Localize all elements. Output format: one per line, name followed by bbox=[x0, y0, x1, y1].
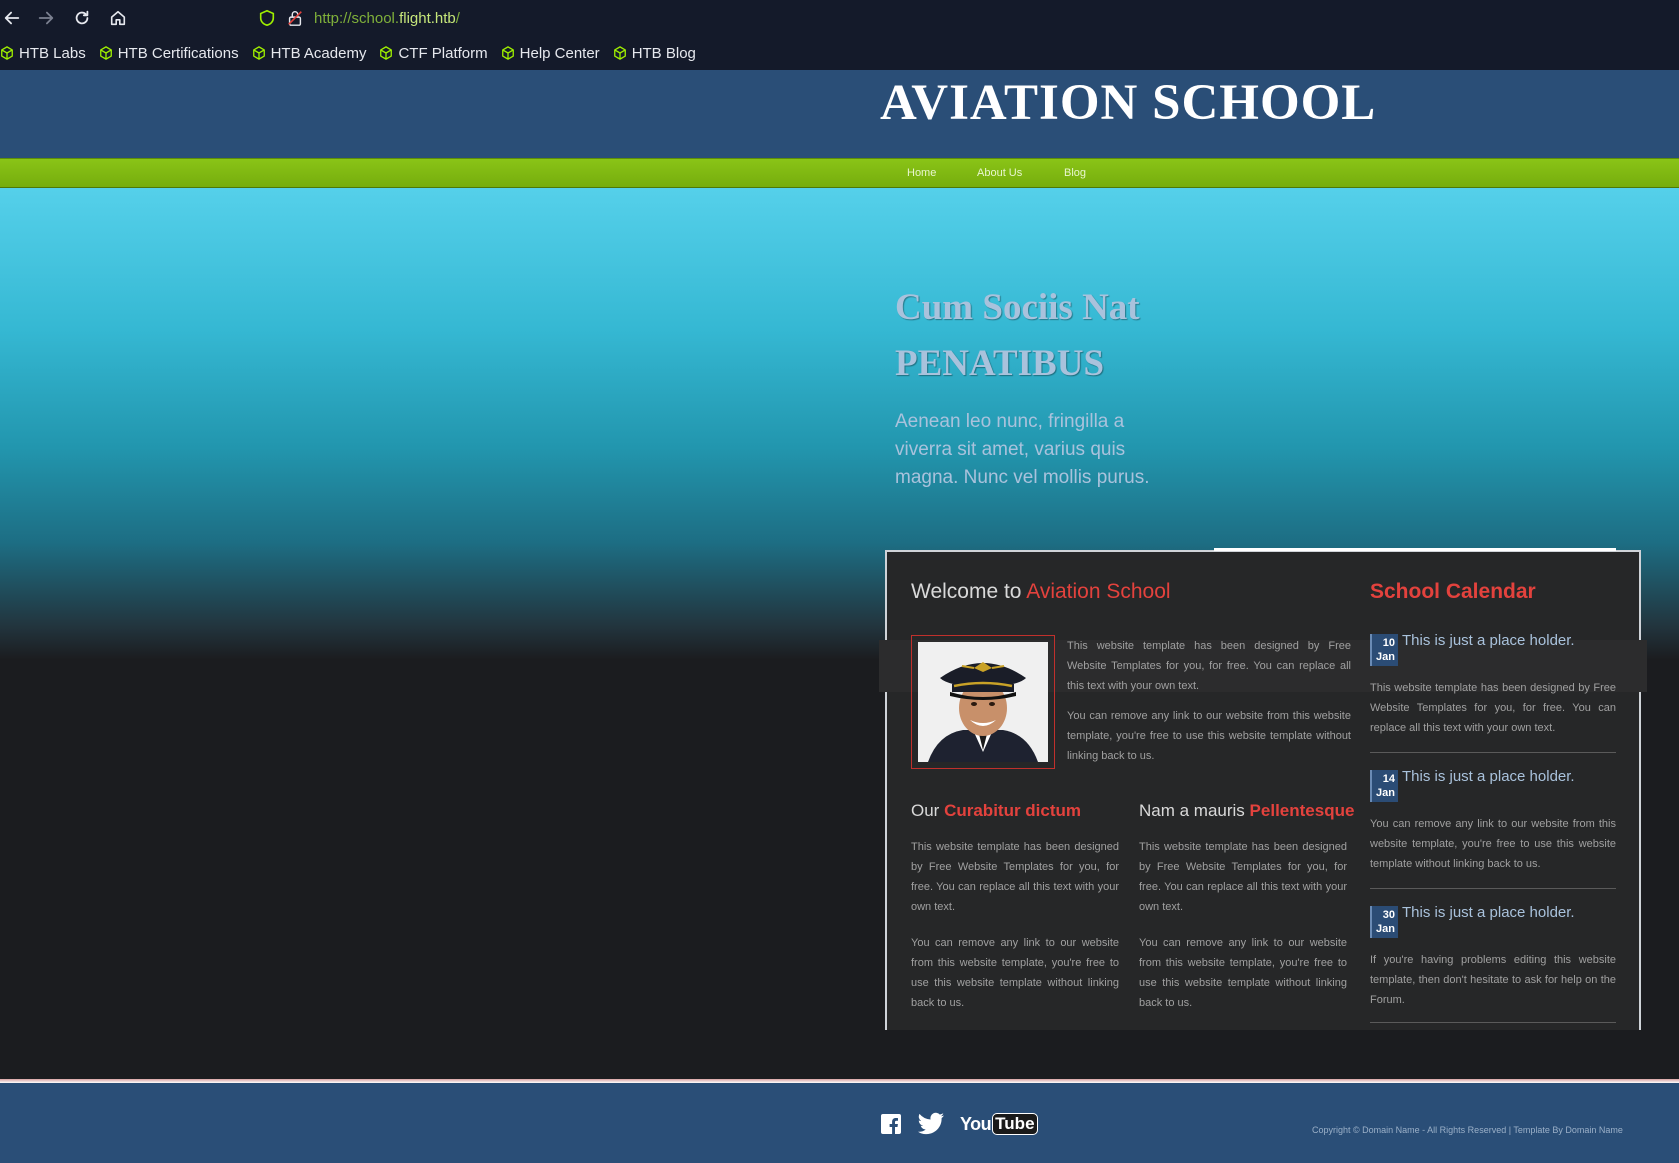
bookmark-help-center[interactable]: Help Center bbox=[501, 45, 600, 62]
youtube-logo-tube: Tube bbox=[992, 1113, 1038, 1135]
calendar-item-title[interactable]: This is just a place holder. bbox=[1402, 768, 1575, 785]
column-1-paragraph-2: You can remove any link to our website f… bbox=[911, 937, 1119, 1009]
back-button[interactable] bbox=[0, 6, 24, 30]
htb-cube-icon bbox=[1, 46, 13, 60]
htb-cube-icon bbox=[501, 46, 514, 60]
calendar-item-text: You can remove any link to our website f… bbox=[1370, 818, 1616, 870]
date-day: 30 bbox=[1382, 909, 1395, 921]
column-1-heading-prefix: Our bbox=[911, 801, 940, 820]
date-day: 14 bbox=[1382, 773, 1395, 785]
hero-heading: Cum Sociis Nat PENATIBUS bbox=[895, 280, 1140, 392]
bookmark-htb-academy[interactable]: HTB Academy bbox=[252, 44, 367, 62]
welcome-heading-highlight: Aviation School bbox=[1026, 580, 1171, 603]
hero-text: Aenean leo nunc, fringilla a viverra sit… bbox=[895, 411, 1150, 488]
reload-icon bbox=[75, 10, 89, 25]
column-1-heading-highlight: Curabitur dictum bbox=[944, 801, 1082, 820]
bookmark-htb-blog[interactable]: HTB Blog bbox=[613, 45, 696, 62]
url-text: http://school.flight.htb/ bbox=[314, 9, 460, 27]
bookmark-htb-labs[interactable]: HTB Labs bbox=[0, 45, 86, 62]
site-title[interactable]: AVIATION SCHOOL bbox=[880, 74, 1376, 132]
youtube-link[interactable]: You Tube bbox=[960, 1111, 1038, 1137]
nav-blog[interactable]: Blog bbox=[1064, 167, 1086, 179]
date-badge: 30 Jan bbox=[1370, 906, 1398, 938]
shield-icon bbox=[259, 9, 275, 27]
calendar-heading: School Calendar bbox=[1370, 580, 1536, 603]
calendar-divider bbox=[1370, 1022, 1616, 1023]
nav-about-us[interactable]: About Us bbox=[977, 167, 1022, 179]
welcome-heading-prefix: Welcome to bbox=[911, 580, 1022, 603]
date-month: Jan bbox=[1376, 651, 1395, 663]
bookmark-label: Help Center bbox=[519, 44, 600, 62]
forward-button[interactable] bbox=[34, 6, 58, 30]
site-footer: You Tube Copyright © Domain Name - All R… bbox=[0, 1083, 1679, 1163]
site-header: AVIATION SCHOOL bbox=[0, 70, 1679, 158]
bookmark-label: CTF Platform bbox=[398, 44, 488, 62]
home-icon bbox=[110, 10, 126, 26]
bookmark-htb-certifications[interactable]: HTB Certifications bbox=[99, 45, 239, 62]
column-1-paragraph-1: This website template has been designed … bbox=[911, 841, 1119, 913]
column-2-paragraph-1: This website template has been designed … bbox=[1139, 841, 1347, 913]
column-2-heading: Nam a mauris Pellentesque bbox=[1139, 801, 1354, 821]
youtube-icon: You Tube bbox=[960, 1113, 1038, 1135]
column-1-heading: Our Curabitur dictum bbox=[911, 801, 1081, 821]
date-day: 10 bbox=[1382, 637, 1395, 649]
date-badge: 10 Jan bbox=[1370, 634, 1398, 666]
home-button[interactable] bbox=[106, 6, 130, 30]
calendar-item-text: This website template has been designed … bbox=[1370, 682, 1616, 734]
pilot-illustration bbox=[918, 642, 1048, 762]
calendar-item-text: If you're having problems editing this w… bbox=[1370, 954, 1616, 1006]
column-2-paragraph-2: You can remove any link to our website f… bbox=[1139, 937, 1347, 1009]
welcome-heading: Welcome to Aviation School bbox=[911, 580, 1171, 604]
insecure-lock-icon bbox=[288, 11, 302, 26]
welcome-paragraph-2: You can remove any link to our website f… bbox=[1067, 710, 1351, 762]
welcome-paragraph-1: This website template has been designed … bbox=[1067, 640, 1351, 692]
pilot-photo-frame bbox=[911, 635, 1055, 769]
hero-heading-line1: Cum Sociis Nat bbox=[895, 287, 1140, 328]
htb-cube-icon bbox=[380, 46, 393, 60]
facebook-link[interactable] bbox=[880, 1111, 902, 1137]
date-month: Jan bbox=[1376, 923, 1395, 935]
url-bar[interactable]: http://school.flight.htb/ bbox=[258, 6, 460, 30]
date-badge: 14 Jan bbox=[1370, 770, 1398, 802]
nav-home[interactable]: Home bbox=[907, 167, 936, 179]
bookmarks-bar: HTB Labs HTB Certifications HTB Academy … bbox=[0, 36, 1679, 70]
bookmark-label: HTB Blog bbox=[631, 44, 696, 62]
column-2-heading-prefix: Nam a mauris bbox=[1139, 801, 1245, 820]
forward-arrow-icon bbox=[38, 11, 54, 25]
htb-cube-icon bbox=[613, 46, 626, 60]
bookmark-label: HTB Certifications bbox=[117, 44, 239, 62]
htb-cube-icon bbox=[99, 46, 112, 60]
calendar-item-title[interactable]: This is just a place holder. bbox=[1402, 632, 1575, 649]
hero-heading-line2: PENATIBUS bbox=[895, 343, 1105, 384]
twitter-link[interactable] bbox=[916, 1111, 946, 1137]
bookmark-ctf-platform[interactable]: CTF Platform bbox=[379, 44, 488, 62]
back-arrow-icon bbox=[4, 11, 20, 25]
date-month: Jan bbox=[1376, 787, 1395, 799]
youtube-logo-text: You bbox=[960, 1113, 992, 1134]
twitter-icon bbox=[918, 1112, 944, 1135]
reload-button[interactable] bbox=[70, 6, 94, 30]
calendar-divider bbox=[1370, 752, 1616, 753]
pilot-photo bbox=[918, 642, 1048, 762]
htb-cube-icon bbox=[252, 46, 265, 60]
facebook-icon bbox=[881, 1114, 901, 1134]
calendar-divider bbox=[1370, 888, 1616, 889]
bookmark-label: HTB Academy bbox=[270, 44, 367, 62]
column-2-heading-highlight: Pellentesque bbox=[1249, 801, 1355, 820]
calendar-item-title[interactable]: This is just a place holder. bbox=[1402, 904, 1575, 921]
copyright-text: Copyright © Domain Name - All Rights Res… bbox=[1312, 1125, 1623, 1135]
browser-toolbar: http://school.flight.htb/ bbox=[0, 0, 1679, 36]
main-nav: Home About Us Blog bbox=[0, 158, 1679, 188]
bookmark-label: HTB Labs bbox=[19, 44, 86, 62]
panel-highlight bbox=[1214, 548, 1616, 551]
